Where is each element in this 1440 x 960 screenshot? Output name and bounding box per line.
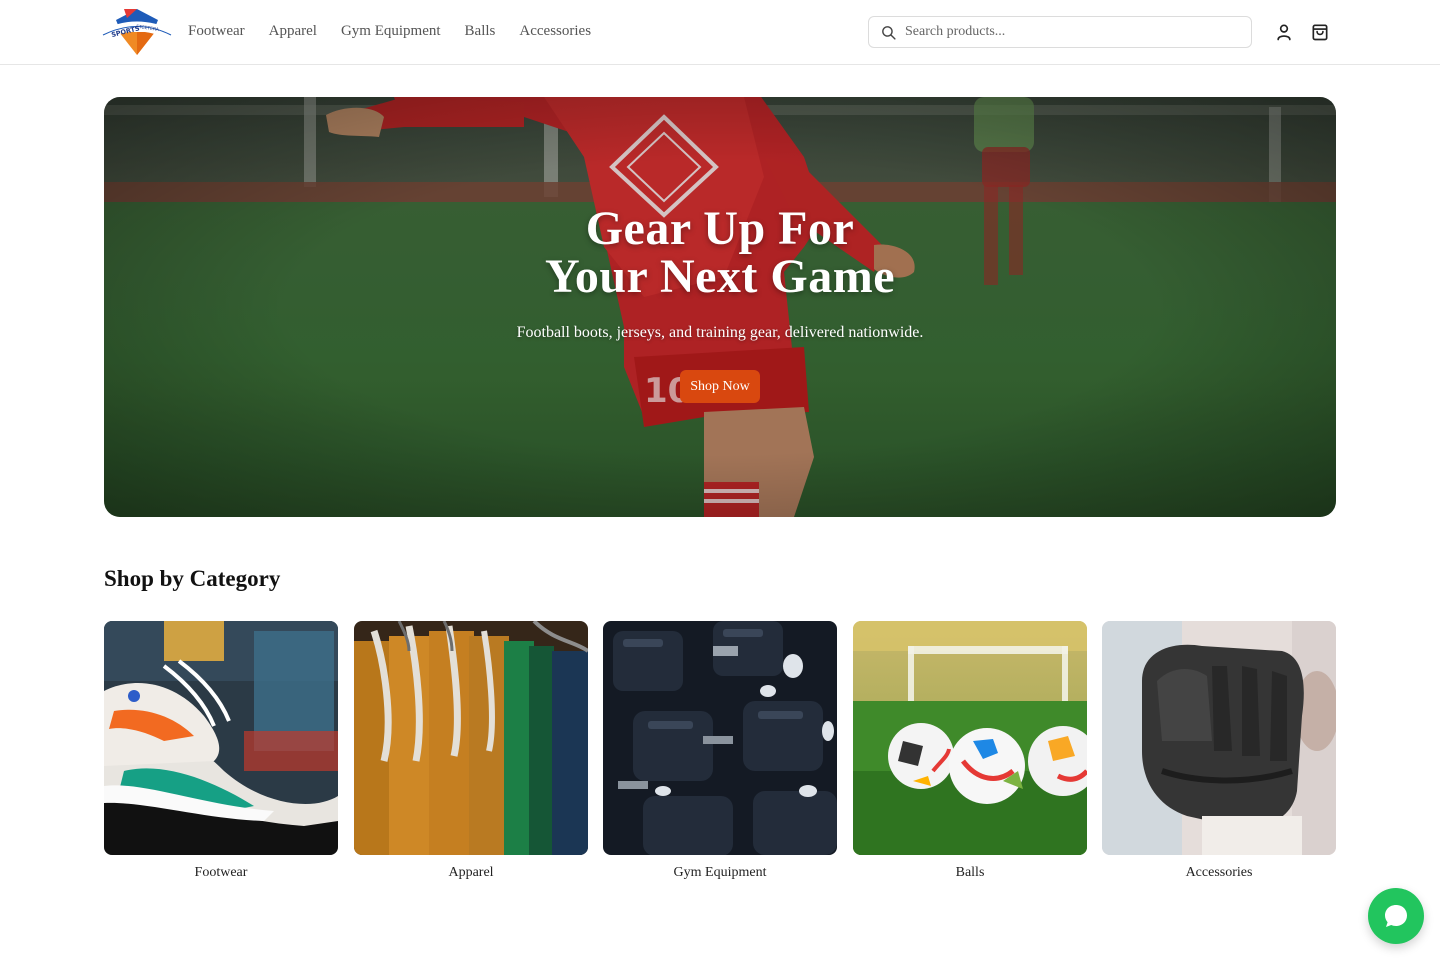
nav-footwear[interactable]: Footwear <box>188 21 245 41</box>
mma-glove-image <box>1102 621 1336 855</box>
category-label-footwear: Footwear <box>194 865 248 880</box>
logo-shield-icon: SPORTS ETCETERA <box>100 9 174 55</box>
user-icon <box>1277 24 1291 41</box>
hero-title: Gear Up For Your Next Game <box>104 205 1336 301</box>
category-grid: Footwear Apparel Gym Equipment Balls Acc… <box>104 621 1336 891</box>
category-card-gym-equipment[interactable]: Gym Equipment <box>603 621 837 882</box>
section-title-categories: Shop by Category <box>104 566 281 591</box>
category-image-gym-equipment <box>603 621 837 855</box>
category-image-accessories <box>1102 621 1336 855</box>
nav-gym-equipment[interactable]: Gym Equipment <box>341 21 441 41</box>
category-card-balls[interactable]: Balls <box>853 621 1087 882</box>
site-header: SPORTS ETCETERA Footwear Apparel Gym Equ… <box>0 0 1440 65</box>
shop-now-button[interactable]: Shop Now <box>680 370 760 403</box>
category-image-balls <box>853 621 1087 855</box>
category-label-gym-equipment: Gym Equipment <box>673 865 767 880</box>
nav-apparel[interactable]: Apparel <box>269 21 317 41</box>
dumbbell-rack-image <box>603 621 837 855</box>
search-input[interactable] <box>905 17 1245 47</box>
category-image-footwear <box>104 621 338 855</box>
chat-button[interactable] <box>1368 888 1424 944</box>
jersey-rack-image <box>354 621 588 855</box>
category-label-balls: Balls <box>955 865 985 880</box>
category-label-accessories: Accessories <box>1185 865 1253 880</box>
hero-title-line1: Gear Up For <box>585 202 855 255</box>
shopping-bag-icon <box>1312 24 1328 41</box>
search-box[interactable] <box>868 16 1252 48</box>
search-icon <box>882 26 896 40</box>
category-card-footwear[interactable]: Footwear <box>104 621 338 882</box>
footballs-image <box>853 621 1087 855</box>
hero-banner: 10 Gear Up For Your Next Game Football b… <box>104 97 1336 517</box>
category-image-apparel <box>354 621 588 855</box>
hero-title-line2: Your Next Game <box>544 250 896 303</box>
account-button[interactable] <box>1274 22 1294 42</box>
main-nav: Footwear Apparel Gym Equipment Balls Acc… <box>188 21 591 41</box>
nav-accessories[interactable]: Accessories <box>519 21 591 41</box>
brand-logo[interactable]: SPORTS ETCETERA <box>100 6 174 58</box>
nav-balls[interactable]: Balls <box>465 21 496 41</box>
category-card-apparel[interactable]: Apparel <box>354 621 588 882</box>
category-card-accessories[interactable]: Accessories <box>1102 621 1336 882</box>
category-label-apparel: Apparel <box>448 865 494 880</box>
hero-subtitle: Football boots, jerseys, and training ge… <box>516 324 924 341</box>
chat-bubble-icon <box>1385 905 1407 927</box>
cart-button[interactable] <box>1310 22 1330 42</box>
sneaker-image <box>104 621 338 855</box>
hero-content: Gear Up For Your Next Game Football boot… <box>104 97 1336 517</box>
